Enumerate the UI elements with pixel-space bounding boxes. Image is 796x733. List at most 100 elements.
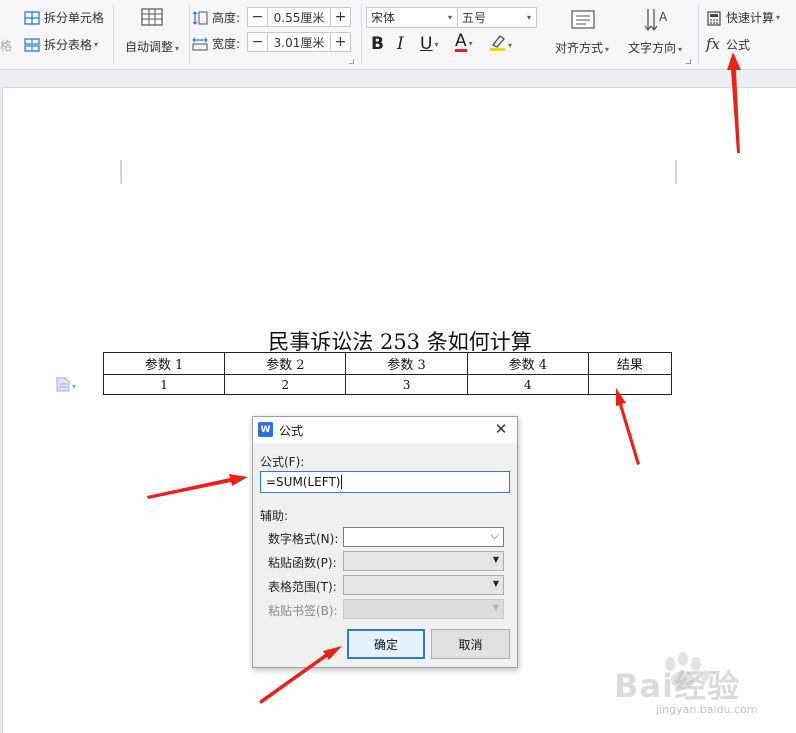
font-name-select[interactable]: 宋体 ▾ xyxy=(366,7,458,28)
quick-calc-button[interactable]: 快速计算 ▾ xyxy=(706,9,780,26)
dialog-launcher-icon[interactable] xyxy=(349,59,354,64)
fx-icon: fx xyxy=(706,35,721,53)
table-cell[interactable]: 2 xyxy=(224,374,347,395)
table-range-label: 表格范围(T): xyxy=(268,580,337,594)
increase-width-button[interactable]: + xyxy=(330,33,350,51)
table-cell[interactable]: 3 xyxy=(345,374,468,395)
formula-input[interactable]: =SUM(LEFT) xyxy=(260,471,510,493)
align-button[interactable]: 对齐方式 ▾ xyxy=(555,39,609,56)
split-cell-icon xyxy=(24,10,40,25)
split-cell-label: 拆分单元格 xyxy=(44,11,105,25)
dropdown-arrow-icon: ▼ xyxy=(492,555,499,564)
table-cell[interactable]: 参数 4 xyxy=(466,352,589,375)
table-range-select[interactable]: ▼ xyxy=(343,575,504,595)
underline-button[interactable]: U ▾ xyxy=(420,34,438,54)
watermark-brand: Bai经验 xyxy=(614,667,740,705)
row-height-label-group: 高度: xyxy=(192,9,240,26)
number-format-select[interactable]: ⌵ xyxy=(343,527,504,547)
highlighter-icon xyxy=(489,34,506,56)
font-color-button[interactable]: A ▾ xyxy=(455,31,473,52)
increase-height-button[interactable]: + xyxy=(330,8,350,26)
ok-button[interactable]: 确定 xyxy=(347,629,425,659)
svg-text:A: A xyxy=(659,10,668,24)
margin-crop-mark-left xyxy=(120,160,122,184)
font-color-label: A xyxy=(455,31,467,52)
clipped-ribbon-label: 格 xyxy=(0,39,13,53)
ribbon-divider xyxy=(189,4,190,64)
text-direction-icon: A xyxy=(643,7,669,33)
helper-label: 辅助: xyxy=(260,509,289,523)
ribbon-divider xyxy=(361,4,362,64)
font-name-value: 宋体 xyxy=(371,11,396,25)
chevron-down-icon: ▾ xyxy=(605,45,610,54)
col-width-label: 宽度: xyxy=(212,37,241,51)
table-header-row: 参数 1 参数 2 参数 3 参数 4 结果 xyxy=(102,352,673,375)
split-table-button[interactable]: 拆分表格 ▾ xyxy=(24,36,98,53)
col-width-label-group: 宽度: xyxy=(192,35,240,52)
col-width-value[interactable]: 3.01厘米 xyxy=(268,34,330,51)
margin-crop-mark-right xyxy=(675,160,677,184)
align-icon xyxy=(570,9,596,31)
decrease-width-button[interactable]: − xyxy=(248,33,268,51)
table-cell[interactable]: 参数 1 xyxy=(102,352,226,375)
underline-label: U xyxy=(420,34,433,54)
row-height-value[interactable]: 0.55厘米 xyxy=(268,9,330,26)
split-cell-button[interactable]: 拆分单元格 xyxy=(24,9,104,26)
dropdown-arrow-icon: ▼ xyxy=(492,603,499,612)
highlight-button[interactable]: ▾ xyxy=(489,34,512,56)
text-direction-label: 文字方向 xyxy=(628,41,677,55)
dialog-launcher-icon[interactable] xyxy=(686,59,691,64)
text-cursor xyxy=(341,475,343,489)
formula-label: 公式(F): xyxy=(260,455,305,469)
formula-value: =SUM(LEFT) xyxy=(266,475,341,489)
ribbon-divider xyxy=(698,4,699,64)
row-height-icon xyxy=(192,10,208,25)
decrease-height-button[interactable]: − xyxy=(248,8,268,26)
quick-calc-label: 快速计算 xyxy=(726,11,775,25)
chevron-down-icon: ▾ xyxy=(175,44,180,53)
table-cell[interactable]: 参数 3 xyxy=(345,352,468,375)
ribbon-divider xyxy=(113,4,114,64)
dialog-titlebar[interactable]: W 公式 ✕ xyxy=(253,417,517,443)
cancel-button[interactable]: 取消 xyxy=(431,629,510,659)
auto-fit-label: 自动调整 xyxy=(124,40,173,54)
table-cell[interactable]: 参数 2 xyxy=(224,352,347,375)
dialog-title: 公式 xyxy=(279,424,304,438)
chevron-down-icon: ▾ xyxy=(434,39,439,49)
watermark-url: jingyan.baidu.com xyxy=(656,703,758,716)
row-height-label: 高度: xyxy=(212,11,241,25)
paste-function-select[interactable]: ▼ xyxy=(343,551,504,571)
number-format-label: 数字格式(N): xyxy=(268,532,339,546)
chevron-down-icon: ⌵ xyxy=(490,529,499,542)
auto-fit-button[interactable]: 自动调整 ▾ xyxy=(120,6,184,62)
split-table-icon xyxy=(24,37,40,52)
paste-bookmark-select: ▼ xyxy=(343,599,504,619)
text-direction-button[interactable]: 文字方向 ▾ xyxy=(628,39,682,56)
ribbon-toolbar: 格 拆分单元格 拆分表格 ▾ 自动调整 ▾ 高度: − 0.55厘米 + 宽度:… xyxy=(0,0,796,70)
chevron-down-icon: ▾ xyxy=(508,40,513,50)
row-handle-button[interactable]: ▾ xyxy=(56,377,76,395)
table-cell[interactable]: 4 xyxy=(466,374,589,395)
data-table[interactable]: 参数 1 参数 2 参数 3 参数 4 结果 1 2 3 4 xyxy=(102,352,673,395)
col-width-icon xyxy=(192,37,208,51)
table-cell[interactable]: 结果 xyxy=(587,352,673,375)
align-label: 对齐方式 xyxy=(555,41,604,55)
paste-function-label: 粘贴函数(P): xyxy=(268,556,337,570)
dropdown-arrow-icon: ▼ xyxy=(492,579,499,588)
italic-button[interactable]: I xyxy=(397,34,404,54)
paste-bookmark-label: 粘贴书签(B): xyxy=(268,604,338,618)
table-cell[interactable]: 1 xyxy=(102,374,226,395)
split-table-label: 拆分表格 xyxy=(44,38,93,52)
bold-button[interactable]: B xyxy=(371,34,384,54)
result-cell[interactable] xyxy=(587,374,673,395)
font-size-select[interactable]: 五号 ▾ xyxy=(457,7,537,28)
row-height-stepper[interactable]: − 0.55厘米 + xyxy=(247,7,351,27)
font-size-value: 五号 xyxy=(462,11,487,25)
chevron-down-icon: ▾ xyxy=(468,38,473,48)
col-width-stepper[interactable]: − 3.01厘米 + xyxy=(247,32,351,52)
formula-label: 公式 xyxy=(726,37,751,52)
chevron-down-icon: ▾ xyxy=(776,13,781,22)
formula-button[interactable]: fx 公式 xyxy=(706,35,750,53)
close-icon[interactable]: ✕ xyxy=(493,420,509,438)
chevron-down-icon: ▾ xyxy=(94,40,99,49)
